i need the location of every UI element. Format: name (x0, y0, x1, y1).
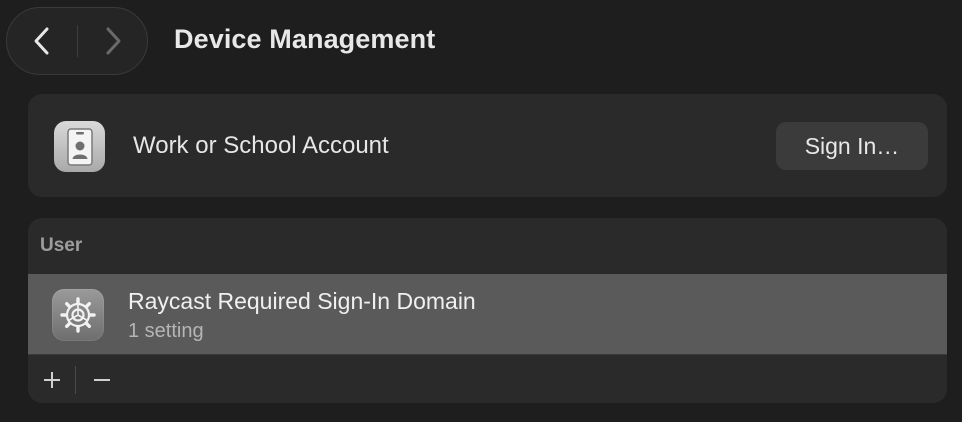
id-badge-icon (54, 121, 105, 172)
forward-button[interactable] (78, 8, 148, 74)
chevron-left-icon (34, 27, 49, 55)
account-label: Work or School Account (133, 132, 389, 159)
device-management-window: Device Management Work or School Account… (0, 0, 962, 422)
section-header-user: User (40, 235, 83, 256)
remove-profile-button[interactable] (84, 363, 120, 397)
minus-icon (94, 379, 110, 381)
footer-divider (75, 366, 76, 394)
account-card: Work or School Account Sign In… (28, 94, 947, 197)
back-button[interactable] (7, 8, 77, 74)
profiles-list: User Raycast Required Sign-In Domain 1 s… (28, 218, 947, 403)
list-item[interactable]: Raycast Required Sign-In Domain 1 settin… (28, 274, 947, 354)
profile-detail: 1 setting (128, 320, 204, 342)
navigation-buttons (6, 7, 148, 75)
profile-name: Raycast Required Sign-In Domain (128, 288, 476, 314)
chevron-right-icon (106, 27, 121, 55)
gear-icon (52, 289, 104, 341)
plus-icon (44, 372, 60, 388)
add-profile-button[interactable] (34, 363, 70, 397)
sign-in-button[interactable]: Sign In… (776, 122, 928, 170)
page-title: Device Management (174, 24, 436, 54)
row-separator (28, 354, 947, 355)
